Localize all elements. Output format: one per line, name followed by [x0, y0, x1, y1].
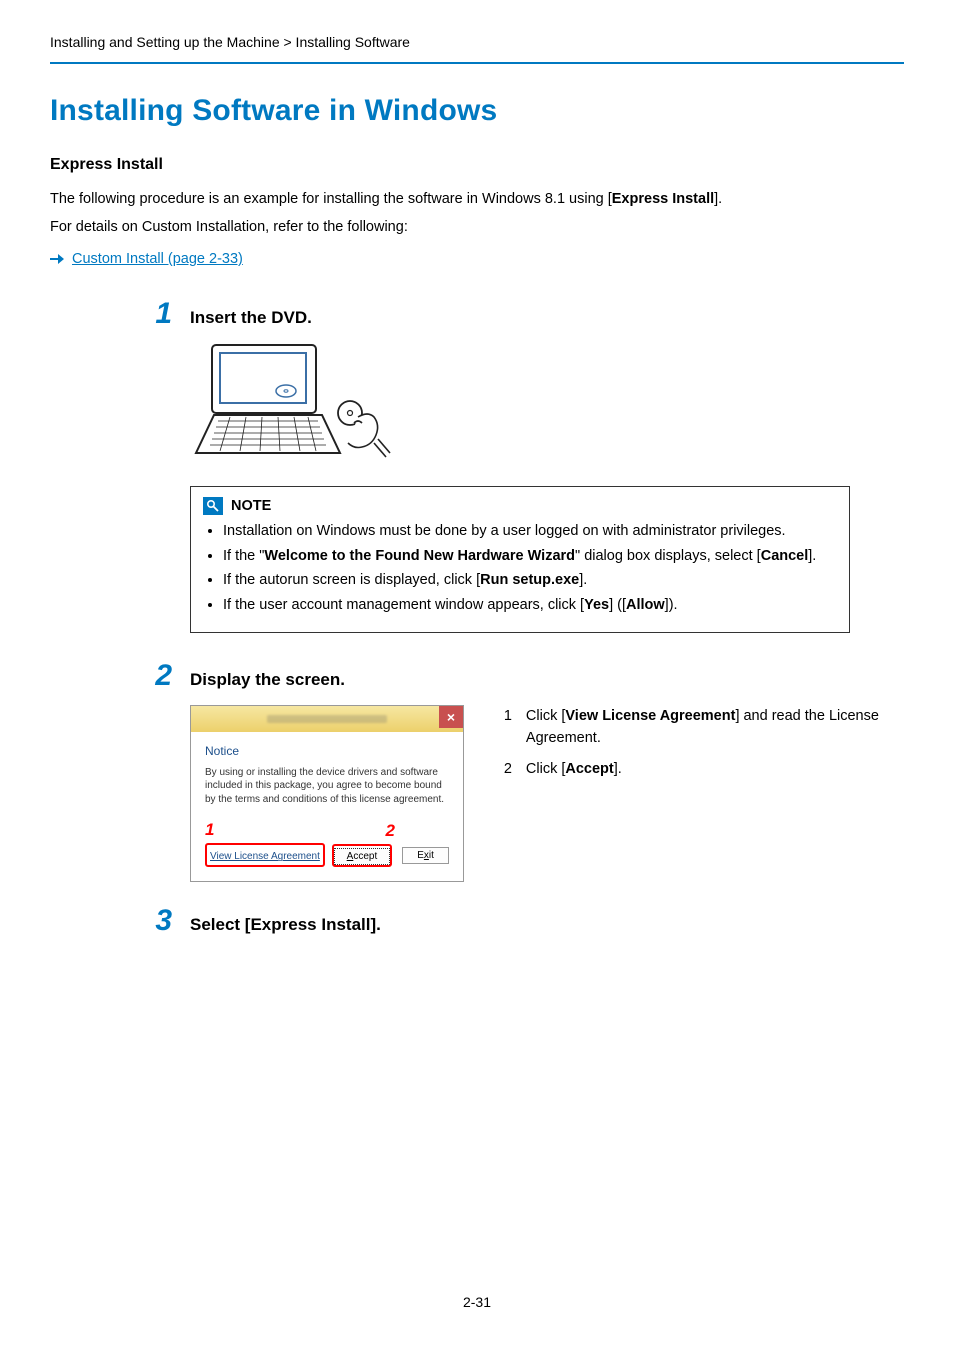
text: ] ([ — [609, 597, 626, 613]
header-divider — [50, 62, 904, 64]
note-item: Installation on Windows must be done by … — [223, 521, 837, 543]
step-2: 2 Display the screen. × Notice By using … — [190, 659, 904, 883]
instruction-number: 1 — [504, 705, 516, 750]
vla-text[interactable]: View License Agreement — [210, 851, 320, 862]
step-number: 1 — [150, 297, 172, 331]
note-list: Installation on Windows must be done by … — [203, 521, 837, 617]
text: Click [ — [526, 761, 565, 777]
step-title: Select [Express Install]. — [190, 915, 381, 935]
notice-text: By using or installing the device driver… — [205, 766, 449, 807]
view-license-agreement-link[interactable]: View License Agreement — [205, 843, 325, 867]
laptop-dvd-illustration — [190, 343, 904, 468]
intro-paragraph-2: For details on Custom Installation, refe… — [50, 216, 904, 238]
text-bold: Cancel — [761, 548, 809, 564]
exit-button[interactable]: Exit — [402, 847, 449, 864]
license-dialog: × Notice By using or installing the devi… — [190, 705, 464, 883]
note-title: NOTE — [231, 498, 271, 514]
instruction-text: Click [Accept]. — [526, 758, 622, 780]
note-item: If the "Welcome to the Found New Hardwar… — [223, 546, 837, 568]
note-item: If the user account management window ap… — [223, 595, 837, 617]
text: ]. — [808, 548, 816, 564]
step-3: 3 Select [Express Install]. — [190, 904, 904, 938]
custom-install-link[interactable]: Custom Install (page 2-33) — [72, 251, 243, 267]
text-bold: Accept — [565, 761, 613, 777]
page-number: 2-31 — [0, 1294, 954, 1310]
text-bold: Allow — [626, 597, 665, 613]
note-icon — [203, 497, 223, 515]
section-heading: Express Install — [50, 156, 904, 174]
note-box: NOTE Installation on Windows must be don… — [190, 486, 850, 633]
notice-label: Notice — [205, 744, 449, 758]
intro-paragraph-1: The following procedure is an example fo… — [50, 188, 904, 210]
dialog-titlebar: × — [191, 706, 463, 732]
callout-number-1: 1 — [205, 820, 214, 840]
close-button[interactable]: × — [439, 706, 463, 728]
step-title: Insert the DVD. — [190, 308, 312, 328]
text: Click [ — [526, 708, 565, 724]
dialog-title-text — [267, 715, 387, 723]
text: If the user account management window ap… — [223, 597, 584, 613]
text: The following procedure is an example fo… — [50, 191, 612, 207]
breadcrumb: Installing and Setting up the Machine > … — [50, 34, 904, 58]
text: ]. — [579, 572, 587, 588]
text: ]). — [665, 597, 678, 613]
text: If the " — [223, 548, 264, 564]
accept-button[interactable]: Accept — [332, 844, 393, 867]
text-bold: View License Agreement — [565, 708, 735, 724]
page-title: Installing Software in Windows — [50, 94, 904, 128]
step-1: 1 Insert the DVD. — [190, 297, 904, 633]
text-bold: Welcome to the Found New Hardware Wizard — [264, 548, 575, 564]
text: If the autorun screen is displayed, clic… — [223, 572, 480, 588]
text-bold: Express Install — [612, 191, 714, 207]
instruction-number: 2 — [504, 758, 516, 780]
step-number: 2 — [150, 659, 172, 693]
cross-reference[interactable]: Custom Install (page 2-33) — [50, 251, 904, 267]
note-item: If the autorun screen is displayed, clic… — [223, 570, 837, 592]
instruction-item: 1 Click [View License Agreement] and rea… — [504, 705, 904, 750]
step-title: Display the screen. — [190, 670, 345, 690]
instruction-item: 2 Click [Accept]. — [504, 758, 904, 780]
accept-button-label: Accept — [334, 848, 391, 865]
text: ]. — [614, 761, 622, 777]
text: ]. — [714, 191, 722, 207]
arrow-right-icon — [50, 253, 64, 265]
callout-number-2: 2 — [386, 821, 395, 841]
step-number: 3 — [150, 904, 172, 938]
instruction-text: Click [View License Agreement] and read … — [526, 705, 904, 750]
text: " dialog box displays, select [ — [575, 548, 761, 564]
text-bold: Run setup.exe — [480, 572, 579, 588]
text-bold: Yes — [584, 597, 609, 613]
step-2-instructions: 1 Click [View License Agreement] and rea… — [504, 705, 904, 788]
